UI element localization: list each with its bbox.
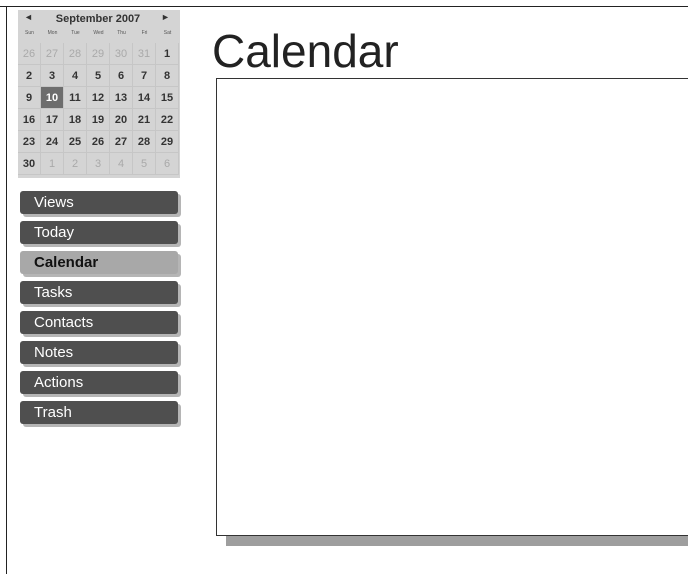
side-navigation: Views Today Calendar Tasks Contacts Notes Acti… [20, 191, 178, 431]
next-month-icon[interactable]: ► [161, 12, 170, 22]
calendar-day[interactable]: 3 [87, 153, 110, 175]
weekday-label: Tue [71, 30, 80, 36]
prev-month-icon[interactable]: ◄ [24, 12, 33, 22]
page-title: Calendar [212, 25, 399, 77]
calendar-day[interactable]: 12 [87, 87, 110, 109]
calendar-day[interactable]: 23 [18, 131, 41, 153]
window-left-border [6, 6, 7, 574]
weekday-header-row: Sun Mon Tue Wed Thu Fri Sat [18, 30, 180, 40]
month-year-label: September 2007 [55, 13, 141, 25]
calendar-day[interactable]: 2 [64, 153, 87, 175]
calendar-day[interactable]: 4 [64, 65, 87, 87]
nav-today-button[interactable]: Today [20, 221, 178, 244]
nav-item-label: Views [34, 194, 74, 211]
calendar-day[interactable]: 18 [64, 109, 87, 131]
calendar-day[interactable]: 30 [18, 153, 41, 175]
nav-item-label: Calendar [34, 254, 99, 271]
nav-item-label: Today [34, 224, 75, 241]
day-grid: 26 27 28 29 30 31 1 2 3 4 5 6 7 8 9 10 11 12 13 14 15 16 17 18 1… [18, 43, 180, 175]
calendar-day[interactable]: 3 [41, 65, 64, 87]
nav-item-label: Actions [34, 374, 84, 391]
calendar-day[interactable]: 28 [64, 43, 87, 65]
calendar-day[interactable]: 26 [18, 43, 41, 65]
nav-views-button[interactable]: Views [20, 191, 178, 214]
nav-item-label: Contacts [34, 314, 94, 331]
calendar-day[interactable]: 2 [18, 65, 41, 87]
calendar-day[interactable]: 6 [156, 153, 179, 175]
weekday-label: Mon [47, 30, 58, 36]
calendar-day[interactable]: 21 [133, 109, 156, 131]
window-top-border [0, 6, 688, 7]
calendar-day-selected[interactable]: 10 [41, 87, 64, 109]
weekday-label: Sat [163, 30, 172, 36]
calendar-day[interactable]: 11 [64, 87, 87, 109]
calendar-day[interactable]: 27 [41, 43, 64, 65]
calendar-day[interactable]: 7 [133, 65, 156, 87]
calendar-day[interactable]: 31 [133, 43, 156, 65]
nav-tasks-button[interactable]: Tasks [20, 281, 178, 304]
calendar-day[interactable]: 9 [18, 87, 41, 109]
nav-notes-button[interactable]: Notes [20, 341, 178, 364]
mini-calendar-header: ◄ September 2007 ► [18, 10, 180, 28]
calendar-day[interactable]: 26 [87, 131, 110, 153]
nav-item-label: Trash [34, 404, 72, 421]
weekday-label: Wed [93, 30, 104, 36]
calendar-day[interactable]: 28 [133, 131, 156, 153]
nav-actions-button[interactable]: Actions [20, 371, 178, 394]
calendar-day[interactable]: 5 [87, 65, 110, 87]
nav-calendar-button[interactable]: Calendar [20, 251, 178, 274]
calendar-day[interactable]: 27 [110, 131, 133, 153]
weekday-label: Thu [117, 30, 126, 36]
weekday-label: Sun [25, 30, 34, 36]
nav-trash-button[interactable]: Trash [20, 401, 178, 424]
calendar-day[interactable]: 1 [156, 43, 179, 65]
calendar-day[interactable]: 25 [64, 131, 87, 153]
calendar-day[interactable]: 24 [41, 131, 64, 153]
calendar-day[interactable]: 30 [110, 43, 133, 65]
calendar-day[interactable]: 5 [133, 153, 156, 175]
calendar-day[interactable]: 1 [41, 153, 64, 175]
nav-item-label: Tasks [34, 284, 73, 301]
mini-calendar: ◄ September 2007 ► Sun Mon Tue Wed Thu Fri Sat… [18, 10, 180, 178]
nav-item-label: Notes [34, 344, 74, 361]
calendar-day[interactable]: 29 [156, 131, 179, 153]
calendar-day[interactable]: 19 [87, 109, 110, 131]
calendar-day[interactable]: 17 [41, 109, 64, 131]
calendar-day[interactable]: 6 [110, 65, 133, 87]
calendar-day[interactable]: 15 [156, 87, 179, 109]
calendar-day[interactable]: 13 [110, 87, 133, 109]
calendar-day[interactable]: 4 [110, 153, 133, 175]
calendar-day[interactable]: 8 [156, 65, 179, 87]
calendar-day[interactable]: 16 [18, 109, 41, 131]
calendar-day[interactable]: 20 [110, 109, 133, 131]
calendar-day[interactable]: 22 [156, 109, 179, 131]
calendar-day[interactable]: 29 [87, 43, 110, 65]
calendar-content-panel[interactable] [216, 78, 688, 536]
nav-contacts-button[interactable]: Contacts [20, 311, 178, 334]
calendar-day[interactable]: 14 [133, 87, 156, 109]
weekday-label: Fri [141, 30, 148, 36]
